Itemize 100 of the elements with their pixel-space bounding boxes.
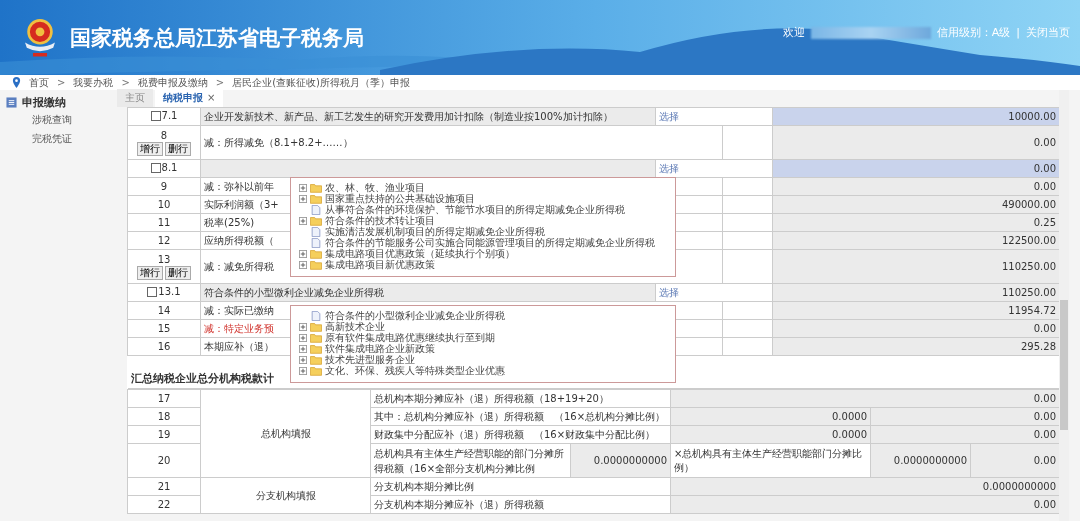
row-action-button[interactable]: 删行: [165, 265, 191, 280]
row-number: 22: [157, 499, 171, 510]
row-number: 14: [156, 305, 172, 316]
row-description: 分支机构本期分摊应补（退）所得税额: [374, 498, 544, 510]
row-number: 9: [159, 181, 169, 192]
row-number: 15: [156, 323, 172, 334]
row-description: 实际利润额（3+: [204, 198, 279, 210]
row-number: 18: [157, 411, 171, 422]
row-description: 财政集中分配应补（退）所得税额 （16×财政集中分配比例）: [374, 428, 656, 440]
amount-cell: 110250.00: [772, 249, 1060, 284]
scrollbar[interactable]: [1059, 90, 1069, 521]
breadcrumb-separator: >: [57, 77, 66, 88]
row-description: 本期应补（退）: [204, 340, 274, 352]
separator-text: |: [1016, 26, 1020, 39]
folder-icon: [310, 193, 322, 204]
select-link[interactable]: 选择: [659, 162, 679, 174]
folder-icon: [310, 215, 322, 226]
folder-icon: [310, 182, 322, 193]
row-number: 8.1: [161, 162, 178, 174]
sidebar-section-title: 申报缴纳: [22, 94, 66, 110]
checkbox[interactable]: [150, 110, 161, 121]
breadcrumb-separator: >: [215, 77, 225, 88]
menu-grid-icon: [6, 96, 17, 108]
tree-item[interactable]: 从事符合条件的环境保护、节能节水项目的所得定期减免企业所得税: [325, 202, 625, 217]
breadcrumb-link[interactable]: 居民企业(查账征收)所得税月（季）申报: [232, 75, 410, 90]
credit-level: 信用级别：A级: [936, 25, 1011, 40]
close-tab-icon[interactable]: ×: [207, 92, 216, 103]
folder-icon: [310, 332, 322, 343]
expand-icon[interactable]: [299, 344, 307, 353]
row-number: 11: [156, 217, 172, 228]
row-description: 其中：总机构分摊应补（退）所得税额 （16×总机构分摊比例）: [374, 410, 666, 422]
document-icon: [310, 204, 322, 215]
row-number: 10: [156, 199, 172, 210]
amount-cell[interactable]: 10000.00: [772, 107, 1060, 126]
sidebar-item[interactable]: 涉税查询: [0, 110, 115, 129]
row-number: 13: [156, 253, 172, 265]
select-link[interactable]: 选择: [659, 110, 679, 122]
group-label: 总机构填报: [260, 427, 311, 439]
amount-cell: 0.00: [670, 389, 1060, 408]
checkbox[interactable]: [147, 286, 158, 297]
amount-cell: 0.00: [772, 125, 1060, 160]
welcome-text: 欢迎: [782, 25, 805, 40]
row-description: 减：所得减免（8.1+8.2+……）: [204, 136, 353, 148]
ratio-note: ×总机构具有主体生产经营职能部门分摊比例）: [674, 447, 863, 473]
tab[interactable]: 纳税申报 ×: [155, 89, 224, 107]
breadcrumb-link[interactable]: 税费申报及缴纳: [137, 75, 208, 90]
folder-icon: [310, 248, 322, 259]
row-description: 应纳所得税额（: [204, 234, 274, 246]
row-number: 13.1: [158, 286, 181, 298]
document-icon: [310, 310, 322, 321]
row-number: 7.1: [161, 110, 178, 122]
row-description: 减：减免所得税: [204, 260, 274, 272]
folder-icon: [310, 354, 322, 365]
row-number: 20: [157, 455, 171, 466]
breadcrumb-separator: >: [121, 77, 130, 88]
expand-icon[interactable]: [299, 216, 307, 225]
expand-icon[interactable]: [299, 322, 307, 331]
ratio-cell: 0.0000000000: [570, 443, 671, 478]
row-description: 减：实际已缴纳: [204, 304, 274, 316]
breadcrumb-link[interactable]: 我要办税: [73, 75, 114, 90]
row-description: 减：弥补以前年: [204, 180, 274, 192]
document-icon: [310, 226, 322, 237]
row-description: 税率(25%): [204, 216, 255, 228]
row-number: 8: [159, 129, 169, 141]
row-action-button[interactable]: 删行: [165, 141, 191, 156]
expand-icon[interactable]: [299, 194, 307, 203]
breadcrumb-link[interactable]: 首页: [29, 75, 49, 90]
row-description: 符合条件的小型微利企业减免企业所得税: [204, 286, 384, 298]
row-number: 21: [157, 481, 171, 492]
scrollbar-thumb[interactable]: [1060, 300, 1068, 430]
row-description: 总机构本期分摊应补（退）所得税额（18+19+20）: [374, 392, 609, 404]
expand-icon[interactable]: [299, 260, 307, 269]
checkbox[interactable]: [150, 162, 161, 173]
select-link[interactable]: 选择: [659, 286, 679, 298]
row-number: 17: [157, 393, 171, 404]
folder-icon: [310, 365, 322, 376]
expand-icon[interactable]: [299, 183, 307, 192]
sidebar-item[interactable]: 完税凭证: [0, 129, 115, 148]
group-label: 分支机构填报: [255, 489, 316, 501]
row-number: 16: [156, 341, 172, 352]
row-number: 12: [156, 235, 172, 246]
expand-icon[interactable]: [299, 366, 307, 375]
row-description: 减：特定业务预: [204, 322, 274, 334]
site-title: 国家税务总局江苏省电子税务局: [70, 24, 364, 52]
section-title: 汇总纳税企业总分机构税款计: [130, 372, 274, 385]
amount-cell: 0.00: [970, 443, 1060, 478]
expand-icon[interactable]: [299, 249, 307, 258]
expand-icon[interactable]: [299, 355, 307, 364]
row-description: 分支机构本期分摊比例: [374, 480, 474, 492]
folder-icon: [310, 259, 322, 270]
row-action-button[interactable]: 增行: [137, 265, 163, 280]
folder-icon: [310, 321, 322, 332]
row-description: 企业开发新技术、新产品、新工艺发生的研究开发费用加计扣除（制造业按100%加计扣除）: [204, 110, 613, 122]
folder-icon: [310, 343, 322, 354]
row-description: 总机构具有主体生产经营职能的部门分摊所得税额（16×全部分支机构分摊比例: [374, 447, 564, 474]
row-action-button[interactable]: 增行: [137, 141, 163, 156]
ratio-cell: 0.0000000000: [870, 443, 971, 478]
expand-icon[interactable]: [299, 333, 307, 342]
row-number: 19: [157, 429, 171, 440]
document-icon: [310, 237, 322, 248]
